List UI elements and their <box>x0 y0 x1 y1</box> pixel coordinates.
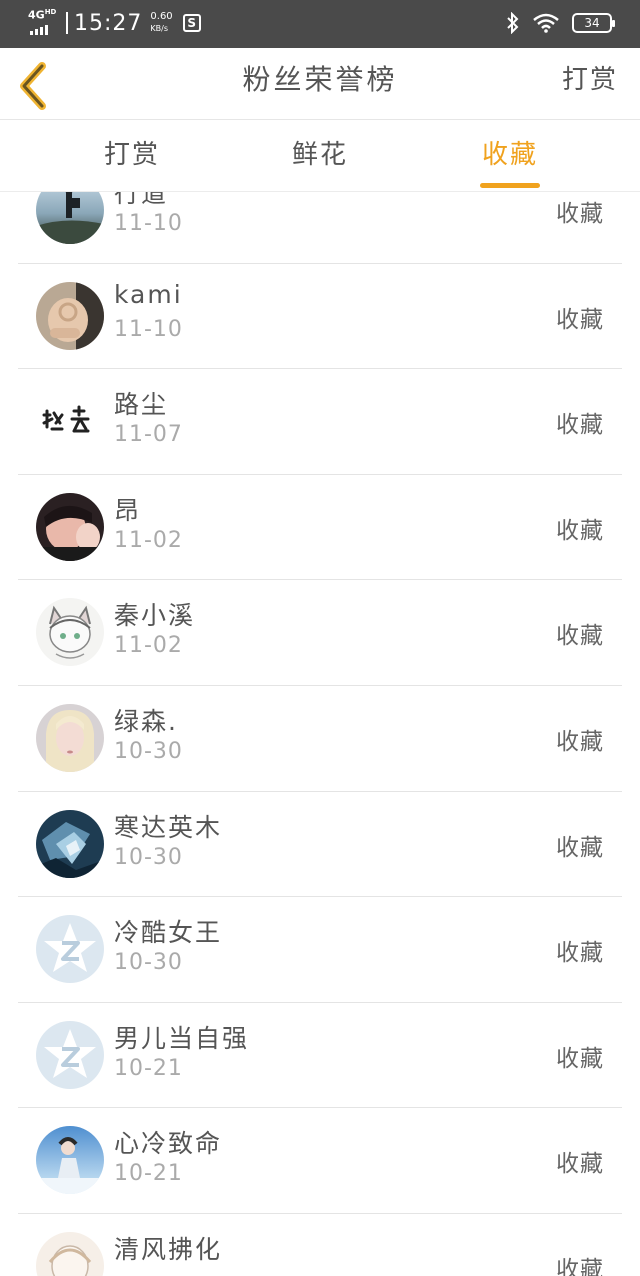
status-bar: 4GHD 15:27 0.60 KB/s S 34 <box>0 0 640 48</box>
network-speed: 0.60 KB/s <box>150 11 172 35</box>
network-type: 4G <box>28 8 45 22</box>
list-item[interactable]: kami 11-10 收藏 <box>18 264 622 370</box>
list-item[interactable]: 清风拂化 收藏 <box>18 1214 622 1276</box>
action-label: 收藏 <box>556 940 604 967</box>
user-name: 昂 <box>114 495 142 525</box>
user-name: 秦小溪 <box>114 601 196 631</box>
user-name: 绿森. <box>114 706 178 736</box>
bluetooth-icon <box>507 12 519 34</box>
date: 11-02 <box>114 633 183 659</box>
list-item[interactable]: 寒达英木 10-30 收藏 <box>18 792 622 898</box>
action-label: 收藏 <box>556 412 604 439</box>
tab-label: 收藏 <box>481 140 538 170</box>
list-item[interactable]: 路尘 11-07 收藏 <box>18 369 622 475</box>
action-label: 收藏 <box>556 306 604 333</box>
nav-bar: 粉丝荣誉榜 打赏 <box>0 48 640 120</box>
avatar[interactable] <box>36 598 104 667</box>
list-item[interactable]: 男儿当自强 10-21 收藏 <box>18 1003 622 1109</box>
tab-bar: 打赏 鲜花 收藏 <box>0 120 640 192</box>
avatar[interactable] <box>36 492 104 561</box>
tab-tip[interactable]: 打赏 <box>72 120 192 192</box>
avatar[interactable] <box>36 281 104 350</box>
tab-label: 打赏 <box>103 140 160 170</box>
action-label: 收藏 <box>556 834 604 861</box>
tip-button[interactable]: 打赏 <box>562 48 618 120</box>
app-notification-icon: S <box>182 14 201 32</box>
date: 10-21 <box>114 1055 183 1081</box>
avatar[interactable] <box>36 387 104 456</box>
clock: 15:27 <box>74 10 143 36</box>
speed-value: 0.60 <box>150 11 173 22</box>
date: 10-30 <box>114 844 183 870</box>
user-name: 寒达英木 <box>114 812 223 842</box>
action-label: 收藏 <box>556 728 604 755</box>
user-name: kami <box>114 279 183 309</box>
avatar[interactable] <box>36 1020 104 1089</box>
list-item[interactable]: 绿森. 10-30 收藏 <box>18 686 622 792</box>
list-item[interactable]: 行道 11-10 收藏 <box>18 192 622 264</box>
user-name: 路尘 <box>114 390 169 420</box>
avatar[interactable] <box>36 809 104 878</box>
active-tab-indicator <box>480 183 540 188</box>
list-item[interactable]: 昂 11-02 收藏 <box>18 475 622 581</box>
avatar[interactable] <box>36 1231 104 1276</box>
date: 11-07 <box>114 422 183 448</box>
fan-list[interactable]: 行道 11-10 收藏 kami 11-10 收藏 路尘 11-07 收藏 昂 … <box>0 192 640 1276</box>
date: 11-10 <box>114 316 183 342</box>
user-name: 男儿当自强 <box>114 1023 250 1053</box>
network-hd: HD <box>44 8 57 16</box>
action-label: 收藏 <box>556 201 604 227</box>
date: 11-10 <box>114 211 183 236</box>
tab-favorites[interactable]: 收藏 <box>450 120 570 192</box>
avatar[interactable] <box>36 1126 104 1195</box>
avatar[interactable] <box>36 192 104 244</box>
cellular-signal-icon: 4GHD <box>28 8 62 38</box>
action-label: 收藏 <box>556 1256 604 1276</box>
tab-flowers[interactable]: 鲜花 <box>260 120 380 192</box>
list-item[interactable]: 心冷致命 10-21 收藏 <box>18 1108 622 1214</box>
list-item[interactable]: 秦小溪 11-02 收藏 <box>18 580 622 686</box>
page-title: 粉丝荣誉榜 <box>242 63 398 96</box>
action-label: 收藏 <box>556 517 604 544</box>
date: 10-30 <box>114 950 183 976</box>
battery-icon: 34 <box>572 13 615 33</box>
status-divider <box>66 12 68 34</box>
avatar[interactable] <box>36 915 104 984</box>
avatar[interactable] <box>36 703 104 772</box>
list-item[interactable]: 冷酷女王 10-30 收藏 <box>18 897 622 1003</box>
action-label: 收藏 <box>556 1045 604 1072</box>
user-name: 行道 <box>114 192 169 208</box>
wifi-icon <box>533 13 559 33</box>
user-name: 清风拂化 <box>114 1234 223 1264</box>
action-label: 收藏 <box>556 623 604 650</box>
date: 11-02 <box>114 527 183 553</box>
speed-unit: KB/s <box>150 24 169 33</box>
user-name: 冷酷女王 <box>114 918 223 948</box>
date: 10-30 <box>114 738 183 764</box>
tab-label: 鲜花 <box>291 140 348 170</box>
user-name: 心冷致命 <box>114 1129 223 1159</box>
action-label: 收藏 <box>556 1151 604 1178</box>
battery-level: 34 <box>584 16 600 30</box>
date: 10-21 <box>114 1161 183 1187</box>
